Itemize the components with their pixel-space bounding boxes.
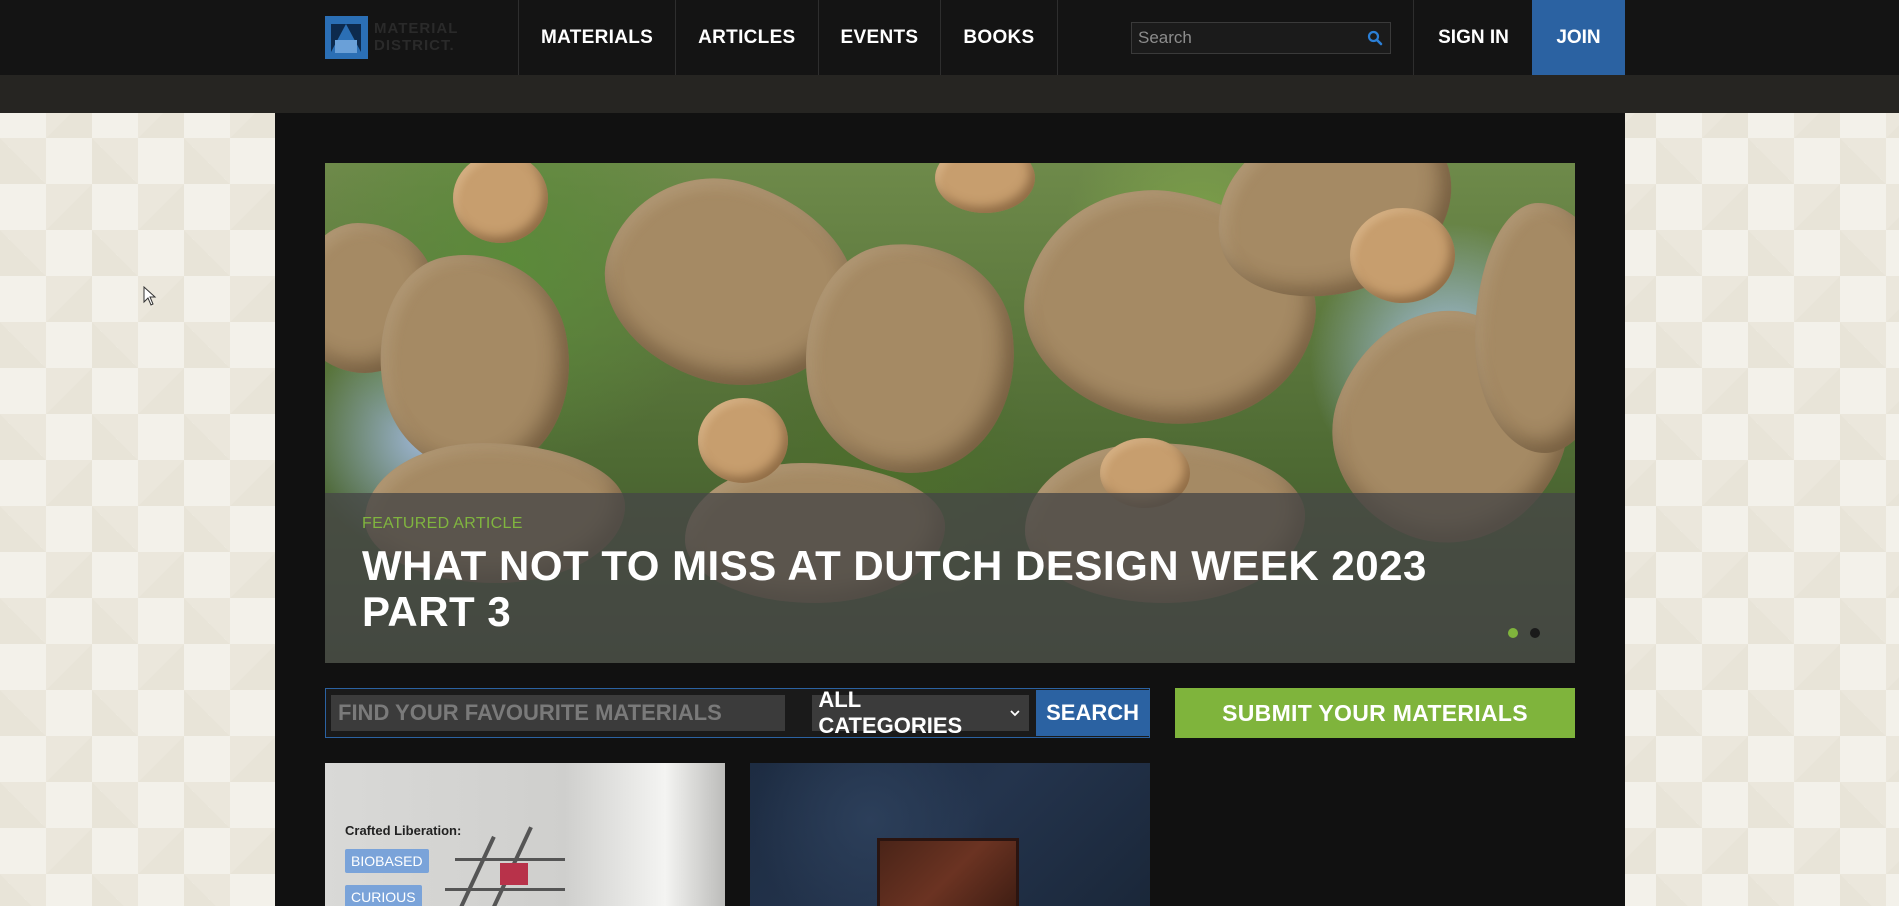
card-image-shape [458, 835, 496, 906]
hero-image-shape [698, 398, 788, 483]
mouse-cursor-icon [143, 286, 157, 306]
card-image-shape [500, 863, 528, 885]
hero-image-shape [935, 163, 1035, 213]
logo-text-line2: DISTRICT. [374, 37, 455, 54]
slider-dot-1[interactable] [1508, 628, 1518, 638]
material-card[interactable] [750, 763, 1150, 906]
category-select[interactable]: ALL CATEGORIES [812, 687, 1030, 738]
search-icon[interactable] [1360, 23, 1390, 53]
logo-text-line1: MATERIAL [374, 20, 459, 37]
slider-pagination [1508, 628, 1540, 638]
card-image-shape [455, 858, 565, 861]
logo-mark-icon [325, 15, 368, 59]
featured-article-label: FEATURED ARTICLE [362, 515, 523, 532]
site-search [1131, 22, 1391, 54]
card-image-shape [877, 838, 1019, 906]
nav-item-materials[interactable]: MATERIALS [518, 0, 675, 75]
category-select-value: ALL CATEGORIES [818, 687, 963, 738]
top-navigation-bar: MATERIAL DISTRICT. MATERIALS ARTICLES EV… [0, 0, 1899, 75]
material-card[interactable]: Crafted Liberation: BIOBASED CURIOUS [325, 763, 725, 906]
sub-navigation-bar [0, 75, 1899, 113]
nav-item-articles[interactable]: ARTICLES [675, 0, 817, 75]
main-nav: MATERIALS ARTICLES EVENTS BOOKS [518, 0, 1058, 75]
nav-item-books[interactable]: BOOKS [940, 0, 1058, 75]
featured-article-caption[interactable]: FEATURED ARTICLE WHAT NOT TO MISS AT DUT… [325, 493, 1575, 663]
sign-in-button[interactable]: SIGN IN [1413, 0, 1533, 75]
nav-item-events[interactable]: EVENTS [817, 0, 941, 75]
card-image-shape [445, 888, 565, 891]
material-search-input[interactable] [331, 695, 786, 731]
featured-article-slider[interactable]: FEATURED ARTICLE WHAT NOT TO MISS AT DUT… [325, 163, 1575, 663]
card-image-caption: Crafted Liberation: [345, 823, 462, 838]
main-content: FEATURED ARTICLE WHAT NOT TO MISS AT DUT… [275, 113, 1625, 906]
site-logo[interactable]: MATERIAL DISTRICT. [325, 15, 485, 59]
slider-dot-2[interactable] [1530, 628, 1540, 638]
hero-image-shape [453, 163, 548, 243]
tag-badge[interactable]: CURIOUS [345, 885, 422, 906]
tag-badge[interactable]: BIOBASED [345, 849, 429, 873]
material-search-bar: ALL CATEGORIES SEARCH [325, 687, 1150, 738]
submit-materials-button[interactable]: SUBMIT YOUR MATERIALS [1175, 688, 1575, 738]
material-search-button[interactable]: SEARCH [1036, 690, 1149, 736]
site-search-input[interactable] [1132, 23, 1360, 53]
featured-article-title[interactable]: WHAT NOT TO MISS AT DUTCH DESIGN WEEK 20… [362, 543, 1542, 635]
hero-image-shape [1350, 208, 1455, 303]
chevron-down-icon [1010, 710, 1020, 717]
join-button[interactable]: JOIN [1532, 0, 1625, 75]
